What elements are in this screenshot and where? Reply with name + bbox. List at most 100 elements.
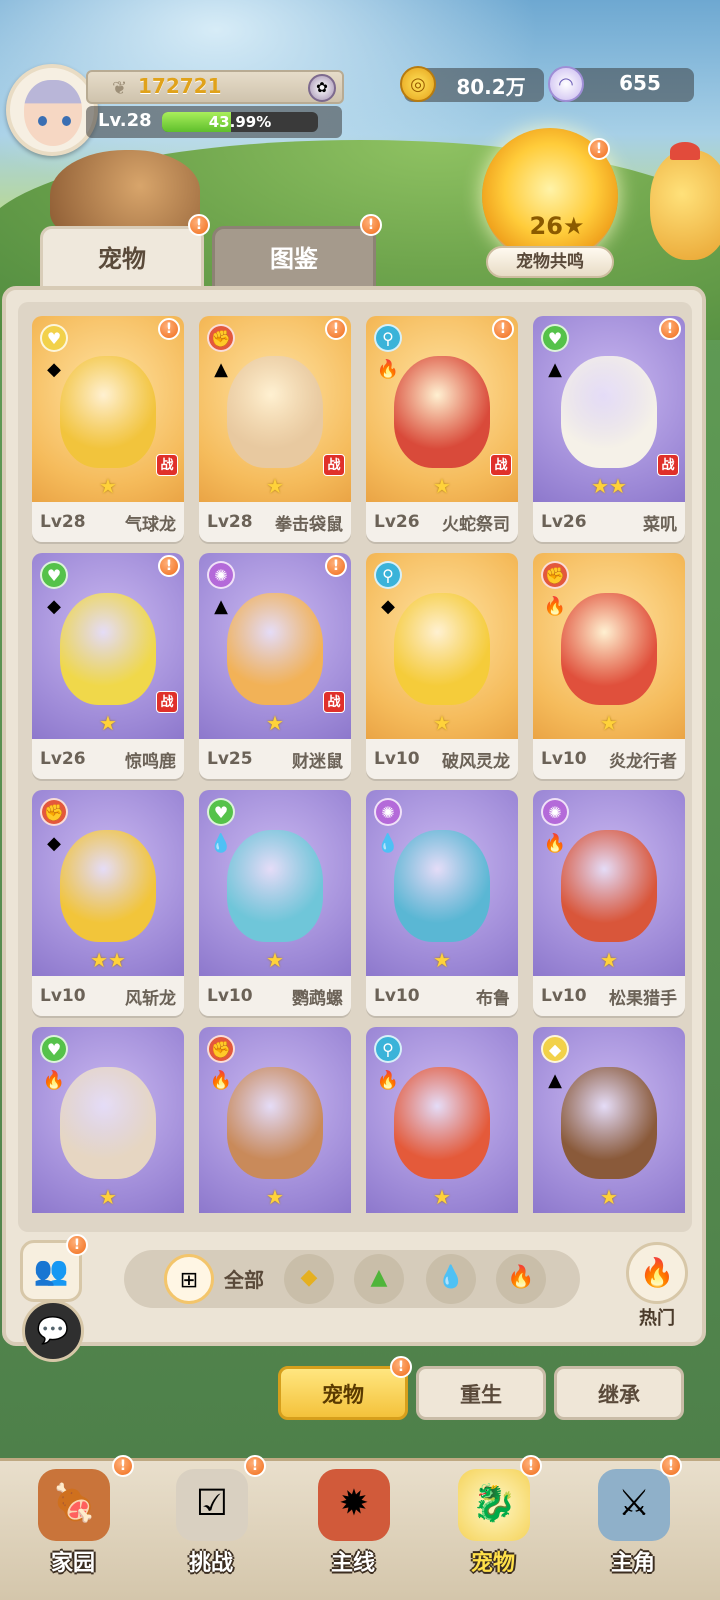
hot-button[interactable]: 🔥 — [626, 1242, 688, 1304]
pet-role-icon: ♥ — [40, 561, 68, 589]
rank-badge-icon[interactable]: ✿ — [308, 74, 336, 102]
pet-info: Lv26 菜叽 — [533, 502, 685, 542]
pet-resonance-button[interactable]: 26★ 宠物共鸣 ! — [472, 128, 628, 284]
fire-icon: 🔥 — [543, 596, 567, 617]
pet-card[interactable]: ◆ ▲ ★ — [533, 1027, 685, 1232]
pet-card[interactable]: ✺ 💧 ★ Lv10 布鲁 — [366, 790, 518, 1016]
tab-pets[interactable]: 宠物 — [40, 226, 204, 288]
fire-icon: 🔥 — [543, 833, 567, 854]
pet-card[interactable]: ✺ 🔥 ★ Lv10 松果猎手 — [533, 790, 685, 1016]
pet-role-icon: ⚲ — [374, 324, 402, 352]
pet-creature — [227, 1067, 323, 1179]
tab-pokedex[interactable]: 图鉴 — [212, 226, 376, 288]
water-icon: 💧 — [209, 833, 233, 854]
filter-water-button[interactable]: 💧 — [426, 1254, 476, 1304]
pet-card[interactable]: ✊ 🔥 ★ Lv10 炎龙行者 — [533, 553, 685, 779]
pet-level: Lv10 — [207, 986, 253, 1006]
reborn-button[interactable]: 重生 — [416, 1366, 546, 1420]
pets-action-button[interactable]: 宠物 — [278, 1366, 408, 1420]
pet-role-icon: ✊ — [541, 561, 569, 589]
nav-challenge[interactable]: ☑ 挑战 ! — [146, 1455, 276, 1600]
avatar-face — [24, 80, 82, 146]
pet-card[interactable]: ✊ ◆ ★★ Lv10 风斩龙 — [32, 790, 184, 1016]
player-avatar[interactable] — [6, 64, 98, 156]
pet-role-icon: ✺ — [374, 798, 402, 826]
nav-hero[interactable]: ⚔ 主角 ! — [568, 1455, 698, 1600]
grass-icon: ▲ — [214, 359, 228, 380]
pet-card[interactable]: ♥ ▲ 战 ★★ Lv26 菜叽! — [533, 316, 685, 542]
fire-icon: 🔥 — [376, 1070, 400, 1091]
pet-role-icon: ✺ — [207, 561, 235, 589]
star-rating: ★★ — [90, 948, 126, 972]
pet-grid[interactable]: ♥ ◆ 战 ★ Lv28 气球龙! ✊ ▲ 战 ★ Lv28 拳击袋鼠! ⚲ 🔥 战 ★ Lv26 火蛇祭司! ♥ ▲… — [18, 302, 692, 1232]
pet-card[interactable]: ♥ 🔥 ★ — [32, 1027, 184, 1232]
star-rating: ★ — [433, 474, 451, 498]
nav-pets-label: 宠物 — [470, 1551, 515, 1576]
filter-earth-button[interactable]: ◆ — [284, 1254, 334, 1304]
pet-role-icon: ♥ — [207, 798, 235, 826]
coin-counter[interactable]: ◎ 80.2万 — [400, 66, 544, 102]
challenge-icon: ☑ — [176, 1469, 248, 1541]
inherit-button[interactable]: 继承 — [554, 1366, 684, 1420]
pet-panel: ♥ ◆ 战 ★ Lv28 气球龙! ✊ ▲ 战 ★ Lv28 拳击袋鼠! ⚲ 🔥 战 ★ Lv26 火蛇祭司! ♥ ▲… — [2, 286, 706, 1346]
pet-level: Lv28 — [207, 512, 253, 532]
in-battle-badge: 战 — [156, 454, 178, 476]
pet-level: Lv28 — [40, 512, 86, 532]
pet-level: Lv10 — [374, 986, 420, 1006]
earth-icon: ◆ — [381, 596, 395, 617]
nav-pets[interactable]: 🐉 宠物 ! — [428, 1455, 558, 1600]
shell-value: 655 — [619, 71, 661, 95]
coin-icon: ◎ — [400, 66, 436, 102]
pet-name: 菜叽 — [643, 514, 677, 535]
pet-card[interactable]: ♥ 💧 ★ Lv10 鹦鹉螺 — [199, 790, 351, 1016]
hot-label: 热门 — [639, 1308, 675, 1329]
filter-all-button[interactable]: ⊞ — [164, 1254, 214, 1304]
pet-name: 炎龙行者 — [609, 751, 677, 772]
pet-role-icon: ♥ — [40, 324, 68, 352]
star-rating: ★ — [266, 1185, 284, 1209]
in-battle-badge: 战 — [156, 691, 178, 713]
nav-mainline[interactable]: ✹ 主线 — [288, 1461, 418, 1600]
pet-card[interactable]: ♥ ◆ 战 ★ Lv26 惊鸣鹿! — [32, 553, 184, 779]
pet-info: Lv26 火蛇祭司 — [366, 502, 518, 542]
level-bar: Lv.28 43.99% — [86, 106, 342, 138]
pet-creature — [561, 593, 657, 705]
chat-button[interactable]: 💬 — [22, 1300, 84, 1362]
avatar-eye — [62, 116, 71, 126]
pet-info: Lv10 鹦鹉螺 — [199, 976, 351, 1016]
pet-card[interactable]: ♥ ◆ 战 ★ Lv28 气球龙! — [32, 316, 184, 542]
star-rating: ★ — [99, 1185, 117, 1209]
grass-icon: ▲ — [370, 1265, 388, 1290]
pet-role-icon: ⚲ — [374, 1035, 402, 1063]
star-rating: ★★ — [591, 474, 627, 498]
pet-level: Lv10 — [374, 749, 420, 769]
grid-icon: ⊞ — [179, 1268, 199, 1293]
pet-card[interactable]: ✊ ▲ 战 ★ Lv28 拳击袋鼠! — [199, 316, 351, 542]
pet-card[interactable]: ⚲ ◆ ★ Lv10 破风灵龙 — [366, 553, 518, 779]
exp-progress: 43.99% — [162, 112, 318, 132]
notification-badge: ! — [588, 138, 610, 160]
pet-card[interactable]: ✺ ▲ 战 ★ Lv25 财迷鼠! — [199, 553, 351, 779]
pet-name: 布鲁 — [476, 988, 510, 1009]
filter-grass-button[interactable]: ▲ — [354, 1254, 404, 1304]
filter-fire-button[interactable]: 🔥 — [496, 1254, 546, 1304]
pet-art: ◆ ▲ ★ — [533, 1027, 685, 1213]
pet-card[interactable]: ✊ 🔥 ★ — [199, 1027, 351, 1232]
pet-card[interactable]: ⚲ 🔥 ★ — [366, 1027, 518, 1232]
nav-hero-label: 主角 — [610, 1551, 655, 1576]
pet-card[interactable]: ⚲ 🔥 战 ★ Lv26 火蛇祭司! — [366, 316, 518, 542]
notification-badge: ! — [244, 1455, 266, 1477]
pet-art: ✊ ◆ ★★ — [32, 790, 184, 976]
nav-home[interactable]: 🍖 家园 ! — [8, 1455, 138, 1600]
pet-level: Lv10 — [541, 986, 587, 1006]
pet-role-icon: ✊ — [40, 798, 68, 826]
earth-icon: ◆ — [47, 359, 61, 380]
notification-badge: ! — [112, 1455, 134, 1477]
meat-icon: 🍖 — [38, 1469, 110, 1541]
mainline-icon: ✹ — [318, 1469, 390, 1541]
shell-counter[interactable]: ◠ 655 — [548, 66, 694, 102]
pet-info: Lv26 惊鸣鹿 — [32, 739, 184, 779]
hero-icon: ⚔ — [598, 1469, 670, 1541]
earth-icon: ◆ — [47, 596, 61, 617]
notification-badge: ! — [66, 1234, 88, 1256]
